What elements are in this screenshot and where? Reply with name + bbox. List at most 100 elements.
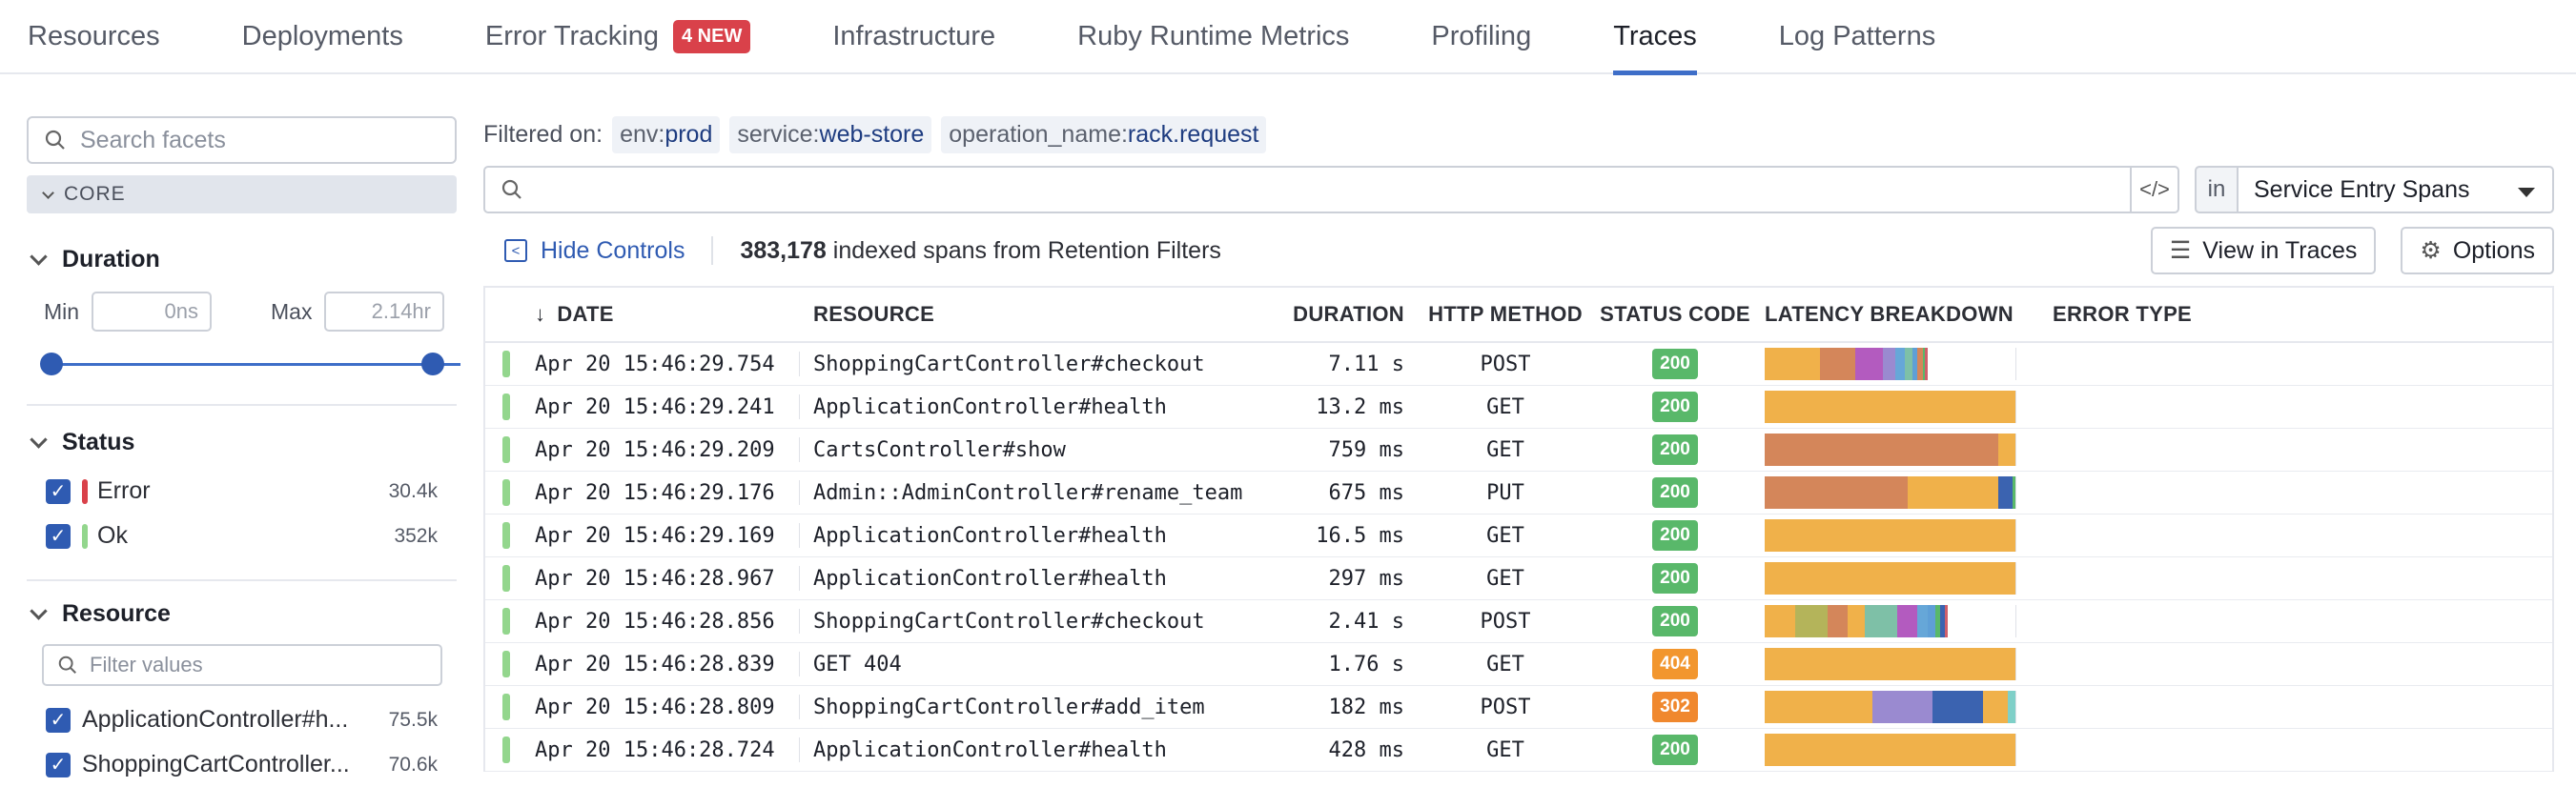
latency-segment	[1997, 434, 2015, 466]
column-header-latency[interactable]: LATENCY BREAKDOWN	[1759, 302, 2016, 327]
resource-option[interactable]: ✓ ApplicationController#h... 75.5k	[27, 697, 457, 742]
status-ok-bar	[502, 394, 510, 420]
tab-label: Deployments	[241, 20, 403, 51]
status-code-badge: 200	[1652, 349, 1698, 379]
tab-deployments[interactable]: Deployments	[242, 0, 403, 73]
latency-segment	[1925, 348, 1928, 380]
hide-controls-button[interactable]: < Hide Controls	[504, 237, 685, 265]
slider-min-handle[interactable]	[40, 353, 63, 375]
latency-bar	[1765, 734, 2015, 766]
tab-ruby-runtime-metrics[interactable]: Ruby Runtime Metrics	[1077, 0, 1349, 73]
options-button[interactable]: ⚙ Options	[2401, 227, 2554, 274]
status-indicator	[485, 608, 527, 635]
cell-duration: 428 ms	[1328, 737, 1404, 762]
core-section-header[interactable]: CORE	[27, 175, 457, 213]
cell-status-code: 200	[1591, 735, 1759, 765]
latency-segment	[1894, 348, 1906, 380]
duration-facet-header[interactable]: Duration	[27, 240, 457, 278]
duration-min-input[interactable]: 0ns	[92, 292, 212, 332]
status-color-bar	[82, 523, 88, 549]
latency-segment	[1765, 476, 1908, 509]
status-indicator	[485, 522, 527, 549]
cell-method: POST	[1480, 609, 1531, 634]
latency-segment	[1997, 476, 2014, 509]
tab-log-patterns[interactable]: Log Patterns	[1779, 0, 1935, 73]
status-indicator	[485, 351, 527, 377]
latency-segment	[1765, 734, 2015, 766]
checkbox-checked-icon[interactable]: ✓	[46, 478, 71, 504]
table-row[interactable]: Apr 20 15:46:29.241 ApplicationController…	[485, 386, 2552, 429]
search-query-input[interactable]	[483, 166, 2132, 213]
cell-duration: 1.76 s	[1328, 652, 1404, 676]
chevron-down-icon	[30, 247, 48, 266]
filtered-on-label: Filtered on:	[483, 120, 603, 148]
table-row[interactable]: Apr 20 15:46:28.839 GET 404 1.76 s GET 404	[485, 643, 2552, 686]
new-badge: 4 NEW	[672, 19, 751, 53]
status-indicator	[485, 694, 527, 720]
cell-duration: 2.41 s	[1328, 609, 1404, 634]
checkbox-checked-icon[interactable]: ✓	[46, 752, 71, 777]
checkbox-checked-icon[interactable]: ✓	[46, 523, 71, 549]
code-view-button[interactable]: </>	[2132, 166, 2179, 213]
cell-status-code: 200	[1591, 349, 1759, 379]
table-row[interactable]: Apr 20 15:46:28.809 ShoppingCartControlle…	[485, 686, 2552, 729]
status-ok-option[interactable]: ✓ Ok 352k	[27, 514, 457, 558]
sort-date-header[interactable]: ↓ DATE	[527, 302, 800, 327]
resource-option[interactable]: ✓ ShoppingCartController... 70.6k	[27, 742, 457, 787]
filter-pill[interactable]: operation_name:rack.request	[941, 115, 1267, 153]
tab-label: Error Tracking	[484, 20, 659, 51]
column-header-status[interactable]: STATUS CODE	[1591, 302, 1759, 327]
max-label: Max	[271, 298, 313, 324]
duration-max-input[interactable]: 2.14hr	[324, 292, 444, 332]
duration-range-slider[interactable]	[27, 345, 460, 383]
latency-bar	[1765, 605, 2015, 637]
cell-date: Apr 20 15:46:29.169	[527, 523, 800, 548]
latency-segment	[1882, 348, 1895, 380]
status-error-option[interactable]: ✓ Error 30.4k	[27, 469, 457, 514]
table-row[interactable]: Apr 20 15:46:28.967 ApplicationController…	[485, 557, 2552, 600]
table-row[interactable]: Apr 20 15:46:29.176 Admin::AdminControlle…	[485, 472, 2552, 515]
hide-controls-label: Hide Controls	[541, 236, 685, 264]
column-header-method[interactable]: HTTP METHOD	[1420, 302, 1591, 327]
tab-label: Ruby Runtime Metrics	[1077, 20, 1350, 51]
status-code-badge: 200	[1652, 735, 1698, 765]
column-header-resource[interactable]: RESOURCE	[800, 302, 1277, 327]
cell-date: Apr 20 15:46:28.809	[527, 695, 800, 719]
tab-traces[interactable]: Traces	[1613, 0, 1697, 75]
chevron-down-icon	[30, 430, 48, 449]
table-row[interactable]: Apr 20 15:46:29.169 ApplicationController…	[485, 515, 2552, 557]
cell-status-code: 200	[1591, 606, 1759, 636]
slider-max-handle[interactable]	[421, 353, 444, 375]
latency-segment	[1765, 562, 2015, 595]
cell-resource: ApplicationController#health	[813, 566, 1167, 591]
resource-facet-header[interactable]: Resource	[27, 595, 457, 633]
view-in-traces-button[interactable]: ☰ View in Traces	[2150, 227, 2377, 274]
column-header-error[interactable]: ERROR TYPE	[2016, 302, 2192, 327]
tab-error-tracking[interactable]: Error Tracking 4 NEW	[484, 0, 751, 73]
table-row[interactable]: Apr 20 15:46:28.856 ShoppingCartControlle…	[485, 600, 2552, 643]
status-facet-header[interactable]: Status	[27, 423, 457, 461]
latency-segment	[1945, 605, 1948, 637]
table-row[interactable]: Apr 20 15:46:28.724 ApplicationController…	[485, 729, 2552, 772]
status-code-badge: 200	[1652, 434, 1698, 465]
chevron-down-icon	[42, 186, 54, 199]
filter-pill[interactable]: env:prod	[612, 115, 721, 153]
tab-resources[interactable]: Resources	[28, 0, 160, 73]
span-scope-select[interactable]: Service Entry Spans	[2239, 166, 2554, 213]
tab-profiling[interactable]: Profiling	[1431, 0, 1531, 73]
search-facets-input[interactable]: Search facets	[27, 116, 457, 164]
checkbox-checked-icon[interactable]: ✓	[46, 707, 71, 733]
span-count: 383,178 indexed spans from Retention Fil…	[740, 237, 1220, 265]
collapse-panel-icon: <	[504, 239, 527, 262]
tab-infrastructure[interactable]: Infrastructure	[832, 0, 995, 73]
table-row[interactable]: Apr 20 15:46:29.754 ShoppingCartControlle…	[485, 343, 2552, 386]
table-row[interactable]: Apr 20 15:46:29.209 CartsController#show 7…	[485, 429, 2552, 472]
status-indicator	[485, 479, 527, 506]
traces-main: Filtered on: env:prod service:web-store …	[483, 115, 2554, 280]
latency-bar	[1765, 562, 2015, 595]
column-header-duration[interactable]: DURATION	[1277, 302, 1420, 327]
cell-method: GET	[1486, 437, 1524, 462]
latency-segment	[2008, 691, 2015, 723]
resource-filter-input[interactable]: Filter values	[42, 644, 442, 686]
filter-pill[interactable]: service:web-store	[729, 115, 932, 153]
